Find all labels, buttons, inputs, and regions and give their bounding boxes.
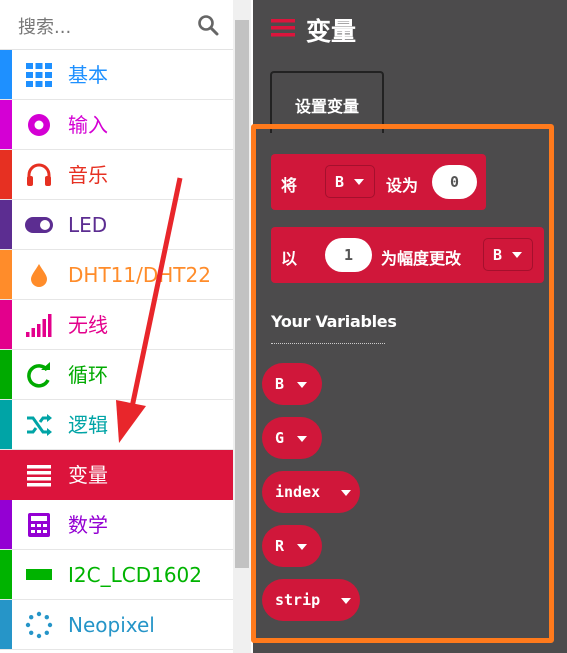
category-dht[interactable]: DHT11/DHT22 xyxy=(0,250,233,300)
category-label: 变量 xyxy=(68,463,108,487)
change-variable-block[interactable]: 以 1 为幅度更改 B xyxy=(271,227,544,283)
variable-reporter-b[interactable]: B xyxy=(262,363,322,405)
variable-reporter-strip[interactable]: strip xyxy=(262,579,360,621)
category-sidebar: 搜索... 基本 输入 音乐 LED DHT11/DHT22 无线 循环 逻辑 … xyxy=(0,0,233,653)
category-stripe xyxy=(0,550,12,599)
search-icon[interactable] xyxy=(197,14,219,36)
category-math[interactable]: 数学 xyxy=(0,500,233,550)
chevron-down-icon xyxy=(297,544,307,550)
category-label: 逻辑 xyxy=(68,413,108,437)
refresh-icon xyxy=(27,362,50,388)
category-stripe xyxy=(0,50,12,99)
category-basic[interactable]: 基本 xyxy=(0,50,233,100)
change-value-input[interactable]: 1 xyxy=(325,238,372,272)
dots-circle-icon xyxy=(25,611,53,639)
category-neopixel[interactable]: Neopixel xyxy=(0,600,233,650)
grid-icon xyxy=(26,63,52,87)
change-block-middle: 为幅度更改 xyxy=(381,249,462,268)
rectangle-icon xyxy=(26,569,52,580)
variable-name: G xyxy=(275,429,285,447)
category-stripe xyxy=(0,450,12,500)
set-var-name: B xyxy=(335,173,345,191)
your-variables-label: Your Variables xyxy=(271,312,397,331)
category-stripe xyxy=(0,600,12,649)
variable-reporter-r[interactable]: R xyxy=(262,525,322,567)
category-logic[interactable]: 逻辑 xyxy=(0,400,233,450)
category-label: 循环 xyxy=(68,363,108,387)
category-label: 无线 xyxy=(68,313,108,337)
list-icon xyxy=(271,19,295,37)
toggle-icon xyxy=(25,217,53,233)
search-input[interactable]: 搜索... xyxy=(18,13,71,39)
category-variables[interactable]: 变量 xyxy=(0,450,233,500)
set-block-prefix: 将 xyxy=(281,176,298,195)
variable-name: strip xyxy=(275,591,321,609)
category-stripe xyxy=(0,500,12,549)
category-label: 音乐 xyxy=(68,163,108,187)
variable-name: B xyxy=(275,375,285,393)
category-loops[interactable]: 循环 xyxy=(0,350,233,400)
sidebar-scrollbar-thumb[interactable] xyxy=(235,20,249,568)
category-stripe xyxy=(0,300,12,349)
category-input[interactable]: 输入 xyxy=(0,100,233,150)
change-var-dropdown[interactable]: B xyxy=(483,238,533,271)
chevron-down-icon xyxy=(297,436,307,442)
shuffle-icon xyxy=(27,414,52,436)
set-var-dropdown[interactable]: B xyxy=(325,165,375,198)
category-led[interactable]: LED xyxy=(0,200,233,250)
variable-name: index xyxy=(275,483,321,501)
category-label: LED xyxy=(68,213,108,237)
category-label: 数学 xyxy=(68,513,108,537)
chevron-down-icon xyxy=(341,490,351,496)
category-label: Neopixel xyxy=(68,613,155,637)
variable-name: R xyxy=(275,537,285,555)
category-stripe xyxy=(0,200,12,249)
set-value-input[interactable]: 0 xyxy=(432,165,477,199)
list-icon xyxy=(27,465,51,487)
category-label: DHT11/DHT22 xyxy=(68,263,211,287)
change-var-name: B xyxy=(493,246,503,264)
category-label: I2C_LCD1602 xyxy=(68,563,202,587)
category-radio[interactable]: 无线 xyxy=(0,300,233,350)
signal-bars-icon xyxy=(26,314,52,337)
drop-icon xyxy=(31,264,47,287)
your-variables-underline xyxy=(271,343,385,344)
variable-reporter-g[interactable]: G xyxy=(262,417,322,459)
set-variable-block[interactable]: 将 B 设为 0 xyxy=(271,154,486,210)
category-stripe xyxy=(0,350,12,399)
chevron-down-icon xyxy=(341,598,351,604)
set-block-middle: 设为 xyxy=(386,176,419,195)
category-stripe xyxy=(0,250,12,299)
category-stripe xyxy=(0,150,12,199)
category-music[interactable]: 音乐 xyxy=(0,150,233,200)
flyout-title: 变量 xyxy=(306,17,357,46)
category-stripe xyxy=(0,100,12,149)
category-stripe xyxy=(0,400,12,449)
category-label: 基本 xyxy=(68,63,108,87)
category-i2c-lcd1602[interactable]: I2C_LCD1602 xyxy=(0,550,233,600)
chevron-down-icon xyxy=(354,179,364,185)
change-block-prefix: 以 xyxy=(281,249,298,268)
headphones-icon xyxy=(27,163,51,186)
calculator-icon xyxy=(28,513,50,537)
radio-icon xyxy=(28,114,50,136)
chevron-down-icon xyxy=(512,252,522,258)
variable-reporter-index[interactable]: index xyxy=(262,471,360,513)
category-label: 输入 xyxy=(68,113,108,137)
chevron-down-icon xyxy=(297,382,307,388)
search-box[interactable]: 搜索... xyxy=(0,0,233,50)
